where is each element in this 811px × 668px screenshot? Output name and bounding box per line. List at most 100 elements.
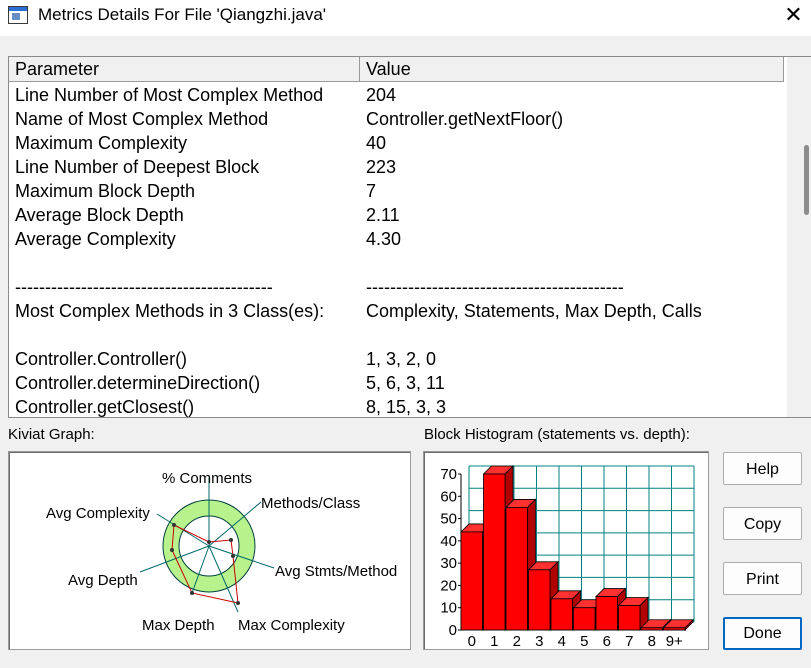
kiviat-svg: % Comments Methods/Class Avg Stmts/Metho… [46,470,397,634]
table-row[interactable]: Maximum Block Depth 7 [9,179,784,203]
kiviat-point [207,540,211,544]
value-cell: 2.11 [366,205,400,225]
x-tick-label: 8 [648,633,656,649]
parameter-cell: Maximum Block Depth [15,181,196,201]
x-tick-label: 6 [603,633,611,649]
x-tick-label: 9+ [666,633,683,649]
kiviat-point [170,548,174,552]
y-tick-label: 30 [440,555,457,572]
value-cell: 8, 15, 3, 3 [366,397,447,417]
help-button[interactable]: Help [723,452,802,485]
x-tick-label: 4 [558,633,566,649]
x-tick-label: 2 [513,633,521,649]
block-histogram: 0 10 20 30 40 50 60 70 0 1 2 3 4 5 6 7 8 9+ [423,451,709,650]
y-tick-label: 50 [440,511,457,528]
parameter-cell: Line Number of Deepest Block [15,157,260,177]
parameter-cell: Line Number of Most Complex Method [15,85,324,105]
close-icon[interactable]: ✕ [776,0,811,32]
bar-front [573,607,596,631]
done-button[interactable]: Done [723,617,802,650]
title-bar: Metrics Details For File 'Qiangzhi.java'… [0,0,811,36]
axis-label-avg-stmts: Avg Stmts/Method [275,563,397,580]
bar-front [550,598,573,631]
bar-front [595,596,618,631]
scrollbar-thumb[interactable] [804,145,809,215]
value-cell: 223 [366,157,397,177]
bar-front [528,569,551,631]
x-tick-label: 0 [468,633,476,649]
metrics-table[interactable]: Parameter Value Line Number of Most Comp… [8,56,811,418]
axis-label-avg-complexity: Avg Complexity [46,505,150,522]
bar-front [618,605,641,631]
table-row[interactable]: Name of Most Complex Method Controller.ge… [9,107,784,131]
axis-label-avg-depth: Avg Depth [68,572,138,589]
value-cell: 7 [366,181,377,201]
axis-label-max-depth: Max Depth [142,617,215,634]
table-header: Parameter Value [9,57,784,82]
table-row[interactable]: ----------------------------------------… [9,275,784,299]
table-row[interactable]: Average Block Depth 2.11 [9,203,784,227]
kiviat-point [172,523,176,527]
bar-front [505,507,528,631]
y-tick-label: 40 [440,533,457,550]
axis-label-comments: % Comments [162,470,252,487]
value-cell: 5, 6, 3, 11 [366,373,445,393]
table-row[interactable]: Most Complex Methods in 3 Class(es): Comp… [9,299,784,323]
value-cell: 1, 3, 2, 0 [366,349,437,369]
axis-label-methods-class: Methods/Class [261,495,360,512]
table-row[interactable]: Average Complexity 4.30 [9,227,784,251]
parameter-cell: Most Complex Methods in 3 Class(es): [15,301,325,321]
bar-front [663,627,686,631]
y-tick-label: 20 [440,577,457,594]
parameter-cell: Average Block Depth [15,205,184,225]
parameter-cell: Controller.determineDirection() [15,373,261,393]
x-tick-label: 1 [490,633,498,649]
column-header-parameter[interactable]: Parameter [9,57,360,81]
table-row[interactable]: Controller.getClosest() 8, 15, 3, 3 [9,395,784,417]
value-cell: Controller.getNextFloor() [366,109,564,129]
table-row[interactable]: Controller.determineDirection() 5, 6, 3, … [9,371,784,395]
bar-front [460,531,483,631]
y-tick-label: 10 [440,600,457,617]
value-cell: 40 [366,133,387,153]
value-cell: 204 [366,85,397,105]
histogram-svg: 0102030405060700 1 2 3 4 5 6 7 8 9+ [440,465,695,650]
x-tick-label: 3 [535,633,543,649]
parameter-cell: ----------------------------------------… [15,277,273,297]
parameter-cell: Maximum Complexity [15,133,188,153]
print-button[interactable]: Print [723,562,802,595]
bar-front [640,627,663,631]
value-cell: 4.30 [366,229,402,249]
kiviat-point [190,591,194,595]
x-tick-label: 5 [580,633,588,649]
table-rows: Line Number of Most Complex Method 204 Nam… [9,83,784,417]
table-row[interactable] [9,251,784,275]
table-row[interactable] [9,323,784,347]
window-title: Metrics Details For File 'Qiangzhi.java' [38,5,327,24]
parameter-cell: Controller.getClosest() [15,397,195,417]
column-header-value[interactable]: Value [360,57,784,81]
table-row[interactable]: Maximum Complexity 40 [9,131,784,155]
table-row[interactable]: Controller.Controller() 1, 3, 2, 0 [9,347,784,371]
table-row[interactable]: Line Number of Deepest Block 223 [9,155,784,179]
parameter-cell: Name of Most Complex Method [15,109,269,129]
vertical-scrollbar[interactable] [787,57,811,417]
histogram-label: Block Histogram (statements vs. depth): [424,426,690,443]
parameter-cell: Average Complexity [15,229,176,249]
y-tick-label: 70 [440,466,457,483]
kiviat-point [236,601,240,605]
kiviat-label: Kiviat Graph: [8,426,95,443]
value-cell: ----------------------------------------… [366,277,624,297]
y-tick-label: 60 [440,488,457,505]
x-tick-label: 7 [625,633,633,649]
bar-front [483,473,506,631]
y-tick-label: 0 [449,622,457,639]
kiviat-point [229,538,233,542]
axis-label-max-complexity: Max Complexity [238,617,345,634]
copy-button[interactable]: Copy [723,507,802,540]
kiviat-point [231,554,235,558]
parameter-cell: Controller.Controller() [15,349,188,369]
app-icon [8,6,28,24]
kiviat-graph: % Comments Methods/Class Avg Stmts/Metho… [8,451,411,650]
table-row[interactable]: Line Number of Most Complex Method 204 [9,83,784,107]
